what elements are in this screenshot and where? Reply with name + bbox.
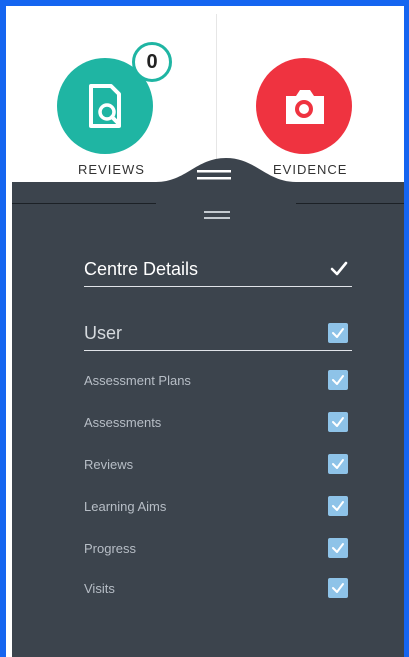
check-icon [332, 501, 344, 511]
user-checkbox[interactable] [328, 323, 348, 343]
assessments-label: Assessments [84, 414, 162, 430]
learning-aims-checkbox[interactable] [328, 496, 348, 516]
reviews-count-badge: 0 [132, 42, 172, 82]
menu-item-assessment-plans[interactable]: Assessment Plans [84, 368, 352, 392]
menu-item-visits[interactable]: Visits [84, 576, 352, 600]
centre-details-label: Centre Details [84, 258, 199, 279]
user-underline [84, 350, 352, 351]
centre-details-underline [84, 286, 352, 287]
camera-icon [286, 90, 324, 124]
user-label: User [84, 322, 123, 343]
reviews-checkbox[interactable] [328, 454, 348, 474]
check-icon [332, 543, 344, 553]
progress-checkbox[interactable] [328, 538, 348, 558]
menu-item-assessments[interactable]: Assessments [84, 410, 352, 434]
assessments-checkbox[interactable] [328, 412, 348, 432]
menu-item-centre-details[interactable]: Centre Details [84, 256, 352, 282]
menu-item-reviews[interactable]: Reviews [84, 452, 352, 476]
drawer-handle-icon[interactable] [197, 168, 231, 182]
learning-aims-label: Learning Aims [84, 498, 167, 514]
check-icon [332, 417, 344, 427]
progress-label: Progress [84, 540, 137, 556]
check-icon [332, 328, 344, 338]
check-icon [332, 375, 344, 385]
reviews-label: REVIEWS [78, 162, 145, 177]
checkmark-icon [330, 261, 348, 276]
reviews-menu-label: Reviews [84, 456, 134, 472]
visits-checkbox[interactable] [328, 578, 348, 598]
menu-item-progress[interactable]: Progress [84, 536, 352, 560]
menu-handle-icon[interactable] [204, 210, 230, 220]
evidence-button[interactable] [256, 58, 352, 154]
assessment-plans-label: Assessment Plans [84, 372, 191, 388]
assessment-plans-checkbox[interactable] [328, 370, 348, 390]
check-icon [332, 583, 344, 593]
check-icon [332, 459, 344, 469]
visits-label: Visits [84, 580, 115, 596]
menu-item-user[interactable]: User [84, 320, 352, 346]
menu-item-learning-aims[interactable]: Learning Aims [84, 494, 352, 518]
